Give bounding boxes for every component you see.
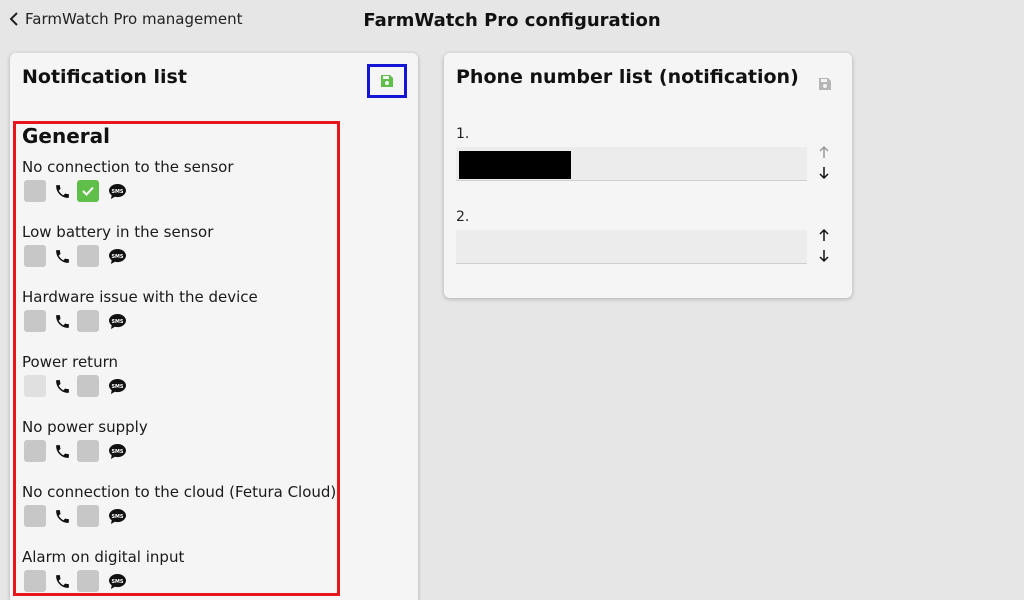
svg-text:SMS: SMS xyxy=(112,448,124,454)
sms-checkbox[interactable] xyxy=(77,245,99,267)
notification-label: Power return xyxy=(22,353,118,371)
sms-checkbox[interactable] xyxy=(77,375,99,397)
notification-list-panel: Notification list General No connection … xyxy=(10,53,418,600)
phone-entry-index: 1. xyxy=(456,126,470,142)
move-up-button[interactable] xyxy=(818,228,830,242)
notification-item: Low battery in the sensor SMS xyxy=(22,223,332,283)
notification-list-title: Notification list xyxy=(22,66,187,88)
arrow-down-icon xyxy=(819,250,829,263)
sms-checkbox[interactable] xyxy=(77,310,99,332)
svg-text:SMS: SMS xyxy=(112,383,124,389)
notification-label: No connection to the cloud (Fetura Cloud… xyxy=(22,483,337,501)
top-bar: FarmWatch Pro management FarmWatch Pro c… xyxy=(0,0,1024,44)
call-checkbox[interactable] xyxy=(24,570,46,592)
sms-icon: SMS xyxy=(109,248,126,264)
call-checkbox[interactable] xyxy=(24,245,46,267)
call-checkbox[interactable] xyxy=(24,375,46,397)
general-section: General No connection to the sensor SMS … xyxy=(13,121,340,596)
notification-label: Low battery in the sensor xyxy=(22,223,214,241)
phone-entry-index: 2. xyxy=(456,209,470,225)
save-phone-numbers-button[interactable] xyxy=(805,67,845,101)
svg-text:SMS: SMS xyxy=(112,318,124,324)
notification-controls: SMS xyxy=(24,245,127,267)
notification-label: Alarm on digital input xyxy=(22,548,185,566)
svg-text:SMS: SMS xyxy=(112,513,124,519)
arrow-down-icon xyxy=(819,167,829,180)
svg-text:SMS: SMS xyxy=(112,253,124,259)
save-icon xyxy=(381,75,393,87)
sms-icon: SMS xyxy=(109,378,126,394)
svg-text:SMS: SMS xyxy=(112,188,124,194)
sms-checkbox[interactable] xyxy=(77,505,99,527)
notification-controls: SMS xyxy=(24,180,127,202)
move-down-button[interactable] xyxy=(818,249,830,263)
call-checkbox[interactable] xyxy=(24,180,46,202)
redacted-phone-number xyxy=(459,151,571,179)
notification-label: Hardware issue with the device xyxy=(22,288,258,306)
notification-item: Alarm on digital input SMS xyxy=(22,548,332,600)
notification-item: Hardware issue with the device SMS xyxy=(22,288,332,348)
notification-label: No power supply xyxy=(22,418,148,436)
phone-entry: 2. xyxy=(456,209,846,279)
notification-controls: SMS xyxy=(24,310,127,332)
notification-item: No connection to the sensor SMS xyxy=(22,158,332,218)
notification-controls: SMS xyxy=(24,570,127,592)
call-checkbox[interactable] xyxy=(24,505,46,527)
sms-checkbox[interactable] xyxy=(77,180,99,202)
notification-item: No power supply SMS xyxy=(22,418,332,478)
notification-label: No connection to the sensor xyxy=(22,158,234,176)
sms-icon: SMS xyxy=(109,313,126,329)
notification-controls: SMS xyxy=(24,440,127,462)
arrow-up-icon xyxy=(819,228,829,241)
notification-item: Power return SMS xyxy=(22,353,332,413)
sms-checkbox[interactable] xyxy=(77,570,99,592)
phone-number-input[interactable] xyxy=(456,230,807,264)
sms-icon: SMS xyxy=(109,573,126,589)
notification-controls: SMS xyxy=(24,505,127,527)
phone-number-list-panel: Phone number list (notification) 1. 2. xyxy=(444,53,852,298)
notification-item: No connection to the cloud (Fetura Cloud… xyxy=(22,483,336,543)
save-notifications-button[interactable] xyxy=(367,64,407,98)
phone-icon xyxy=(56,444,69,458)
sms-icon: SMS xyxy=(109,508,126,524)
checkmark-icon xyxy=(82,186,94,196)
sms-icon: SMS xyxy=(109,443,126,459)
phone-icon xyxy=(56,249,69,263)
phone-icon xyxy=(56,574,69,588)
phone-icon xyxy=(56,509,69,523)
phone-entry: 1. xyxy=(456,126,846,196)
arrow-up-icon xyxy=(819,145,829,158)
move-down-button[interactable] xyxy=(818,166,830,180)
page-title: FarmWatch Pro configuration xyxy=(363,10,661,31)
phone-icon xyxy=(56,184,69,198)
general-section-heading: General xyxy=(22,124,110,148)
notification-controls: SMS xyxy=(24,375,127,397)
move-up-button[interactable] xyxy=(818,145,830,159)
save-icon xyxy=(819,78,831,90)
phone-number-list-title: Phone number list (notification) xyxy=(456,66,799,88)
phone-icon xyxy=(56,314,69,328)
sms-checkbox[interactable] xyxy=(77,440,99,462)
call-checkbox[interactable] xyxy=(24,310,46,332)
sms-icon: SMS xyxy=(109,183,126,199)
phone-icon xyxy=(56,379,69,393)
svg-text:SMS: SMS xyxy=(112,578,124,584)
call-checkbox[interactable] xyxy=(24,440,46,462)
